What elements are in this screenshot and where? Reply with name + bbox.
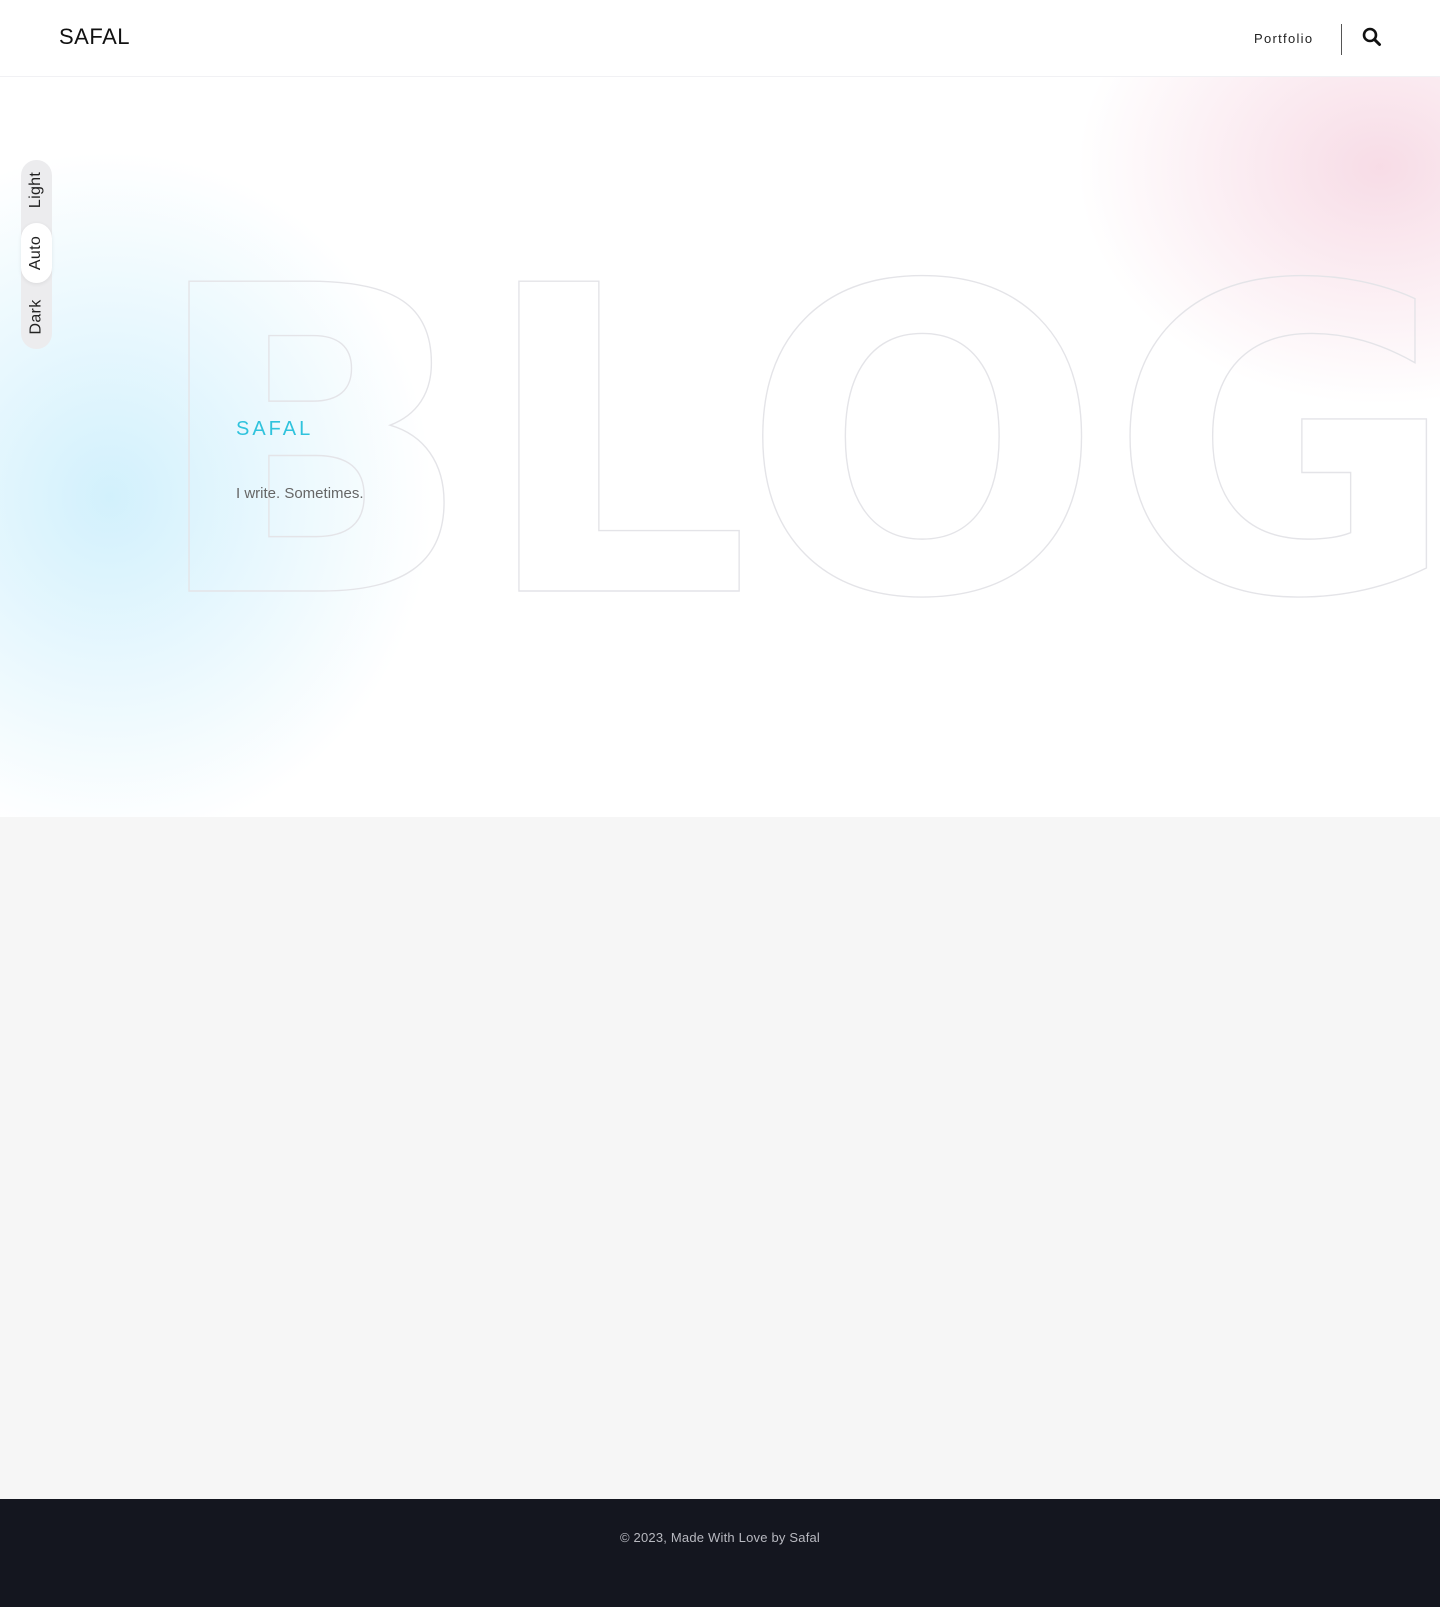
theme-option-label: Light [27, 171, 45, 209]
theme-option-auto[interactable]: Auto [21, 223, 52, 283]
hero-background-word: BLOG [149, 197, 1440, 692]
theme-option-light[interactable]: Light [21, 160, 52, 220]
theme-switcher: Light Auto Dark [21, 160, 52, 349]
content-area [0, 817, 1440, 1499]
search-icon[interactable] [1362, 27, 1382, 47]
site-footer: © 2023, Made With Love by Safal [0, 1499, 1440, 1607]
site-header: SAFAL Portfolio [0, 0, 1440, 77]
theme-option-dark[interactable]: Dark [21, 287, 52, 347]
theme-option-label: Dark [27, 299, 45, 335]
hero-section: BLOG SAFAL I write. Sometimes. [0, 77, 1440, 817]
hero-kicker: SAFAL [236, 418, 314, 440]
hero-background-word-text: BLOG [150, 198, 1440, 692]
footer-copyright: © 2023, Made With Love by Safal [619, 1530, 821, 1545]
nav-link-portfolio[interactable]: Portfolio [1254, 31, 1313, 46]
nav-divider [1341, 24, 1342, 55]
theme-option-label: Auto [27, 235, 45, 271]
hero-tagline: I write. Sometimes. [236, 485, 364, 502]
site-logo[interactable]: SAFAL [59, 24, 130, 50]
